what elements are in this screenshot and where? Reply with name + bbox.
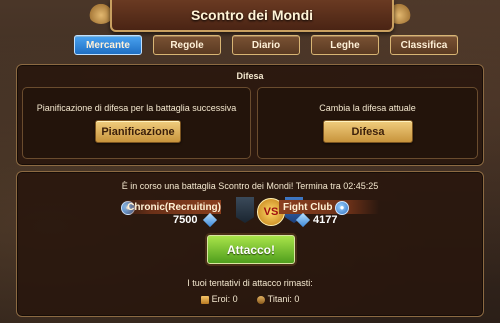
- tab-classifica[interactable]: Classifica: [390, 35, 458, 55]
- tab-regole[interactable]: Regole: [153, 35, 221, 55]
- titans-icon: [256, 295, 265, 304]
- titans-count: Titani: 0: [267, 294, 300, 304]
- defense-change-text: Cambia la difesa attuale: [319, 103, 416, 113]
- team-right-name: Fight Club: [283, 201, 333, 213]
- heroes-icon: [200, 295, 209, 304]
- tab-mercante[interactable]: Mercante: [74, 35, 142, 55]
- attempts-row: Eroi: 0 Titani: 0: [17, 294, 483, 304]
- team-right-name-bar: Fight Club: [279, 200, 379, 214]
- team-right-score: 4177: [313, 214, 338, 226]
- page-title: Scontro dei Mondi: [190, 7, 314, 23]
- attempts-title: I tuoi tentativi di attacco rimasti:: [187, 278, 313, 288]
- team-left-gem-icon: [202, 212, 218, 228]
- battle-panel: È in corso una battaglia Scontro dei Mon…: [16, 171, 484, 317]
- defense-plan-box: Pianificazione di difesa per la battagli…: [22, 87, 251, 159]
- tab-leghe[interactable]: Leghe: [311, 35, 379, 55]
- tab-bar: Mercante Regole Diario Leghe Classifica: [74, 35, 458, 55]
- team-right-avatar-icon: ●: [335, 201, 349, 215]
- defense-title: Difesa: [236, 71, 264, 81]
- team-left-name: Chronic(Recruiting): [127, 201, 221, 213]
- defense-plan-text: Pianificazione di difesa per la battagli…: [36, 103, 237, 113]
- plan-defense-button[interactable]: Pianificazione: [95, 120, 181, 143]
- defense-panel: Difesa Pianificazione di difesa per la b…: [16, 64, 484, 166]
- team-left-score: 7500: [173, 214, 198, 226]
- heroes-count: Eroi: 0: [211, 294, 238, 304]
- defense-change-box: Cambia la difesa attuale Difesa: [257, 87, 478, 159]
- team-left-banner-icon: [236, 197, 254, 223]
- battle-status: È in corso una battaglia Scontro dei Mon…: [121, 181, 379, 191]
- defense-button[interactable]: Difesa: [323, 120, 413, 143]
- attack-button[interactable]: Attacco!: [207, 235, 295, 264]
- tab-diario[interactable]: Diario: [232, 35, 300, 55]
- team-left-name-bar: Chronic(Recruiting): [121, 200, 221, 214]
- title-banner: Scontro dei Mondi: [110, 0, 394, 32]
